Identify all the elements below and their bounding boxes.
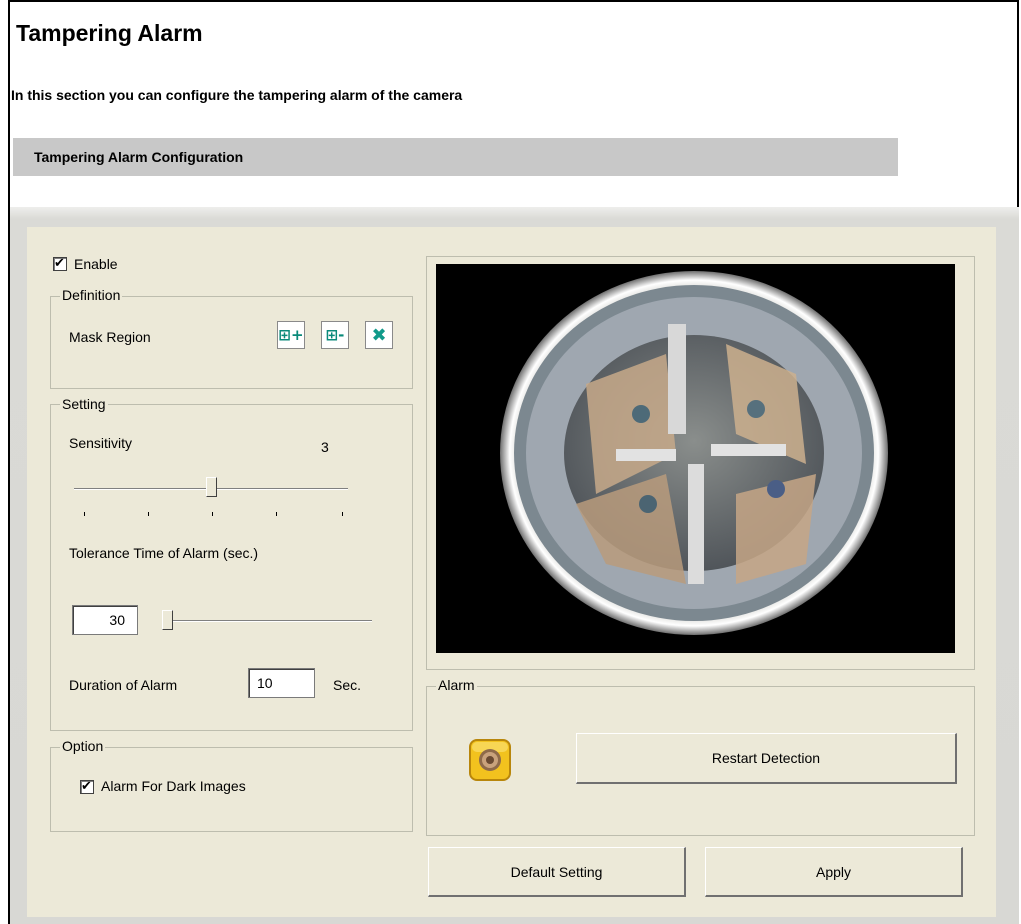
- sensitivity-slider-thumb[interactable]: [206, 477, 217, 497]
- alarm-light-icon: [468, 739, 512, 781]
- tolerance-slider-track[interactable]: [162, 620, 372, 622]
- restart-detection-button[interactable]: Restart Detection: [576, 733, 957, 784]
- slider-tick: [276, 512, 277, 516]
- option-legend: Option: [60, 738, 106, 754]
- duration-unit: Sec.: [333, 677, 362, 693]
- slider-tick: [84, 512, 85, 516]
- tolerance-label: Tolerance Time of Alarm (sec.): [69, 545, 259, 561]
- tolerance-slider-thumb[interactable]: [162, 610, 173, 630]
- setting-legend: Setting: [60, 396, 108, 412]
- slider-tick: [342, 512, 343, 516]
- duration-input[interactable]: 10: [248, 668, 315, 698]
- sensitivity-label: Sensitivity: [69, 435, 133, 451]
- section-header: Tampering Alarm Configuration: [13, 138, 898, 176]
- slider-tick: [148, 512, 149, 516]
- tolerance-input[interactable]: 30: [72, 605, 138, 635]
- slider-tick: [212, 512, 213, 516]
- dark-images-label: Alarm For Dark Images: [101, 778, 246, 794]
- clear-x-icon[interactable]: ✖: [365, 321, 393, 349]
- mask-region-label: Mask Region: [69, 329, 151, 345]
- alarm-legend: Alarm: [436, 677, 477, 693]
- page-subtitle: In this section you can configure the ta…: [11, 87, 463, 103]
- fisheye-image: [500, 271, 888, 635]
- apply-button[interactable]: Apply: [705, 847, 963, 897]
- camera-preview[interactable]: [436, 264, 955, 653]
- dark-images-checkbox[interactable]: [80, 778, 94, 794]
- grid-plus-icon[interactable]: ⊞+: [277, 321, 305, 349]
- definition-legend: Definition: [60, 287, 123, 303]
- duration-label: Duration of Alarm: [69, 677, 178, 693]
- enable-checkbox[interactable]: [53, 255, 67, 271]
- default-setting-button[interactable]: Default Setting: [428, 847, 686, 897]
- enable-label: Enable: [74, 256, 118, 272]
- page-title: Tampering Alarm: [16, 20, 203, 46]
- grid-minus-icon[interactable]: ⊞-: [321, 321, 349, 349]
- sensitivity-value: 3: [321, 439, 329, 455]
